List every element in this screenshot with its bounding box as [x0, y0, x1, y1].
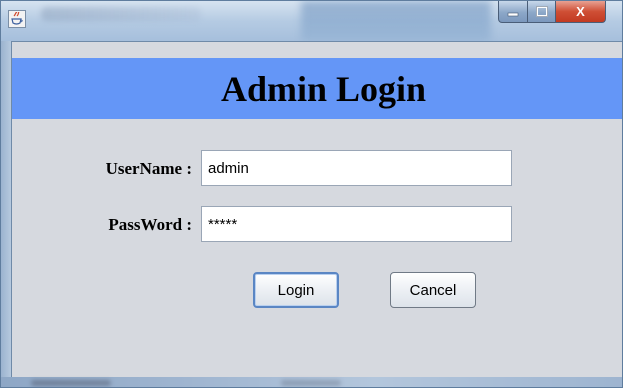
window-controls: X — [498, 1, 622, 25]
page-title: Admin Login — [220, 68, 427, 109]
java-cup-icon — [11, 12, 23, 25]
username-label: UserName : — [105, 159, 192, 178]
minimize-button[interactable] — [498, 1, 528, 23]
title-bar-blurred-text — [41, 7, 201, 21]
minimize-icon — [507, 12, 519, 16]
window-frame-left — [1, 41, 11, 387]
username-input[interactable] — [201, 150, 512, 186]
taskbar-blur — [281, 380, 341, 386]
taskbar-blur — [31, 380, 111, 386]
maximize-button[interactable] — [528, 1, 556, 23]
content-panel: Admin Login UserName : PassWord : Login … — [11, 41, 622, 377]
title-bar[interactable]: X — [1, 1, 622, 41]
password-label: PassWord : — [108, 215, 192, 234]
header-banner: Admin Login — [12, 58, 622, 119]
password-input[interactable] — [201, 206, 512, 242]
close-button[interactable]: X — [556, 1, 606, 23]
maximize-icon — [535, 6, 548, 17]
title-bar-blurred-area — [301, 1, 491, 41]
cancel-button[interactable]: Cancel — [390, 272, 476, 308]
taskbar-strip — [1, 377, 622, 387]
java-app-icon[interactable] — [8, 10, 26, 28]
login-window: X Admin Login UserName : PassWord : Logi… — [0, 0, 623, 388]
login-button[interactable]: Login — [253, 272, 339, 308]
close-icon: X — [576, 4, 585, 19]
